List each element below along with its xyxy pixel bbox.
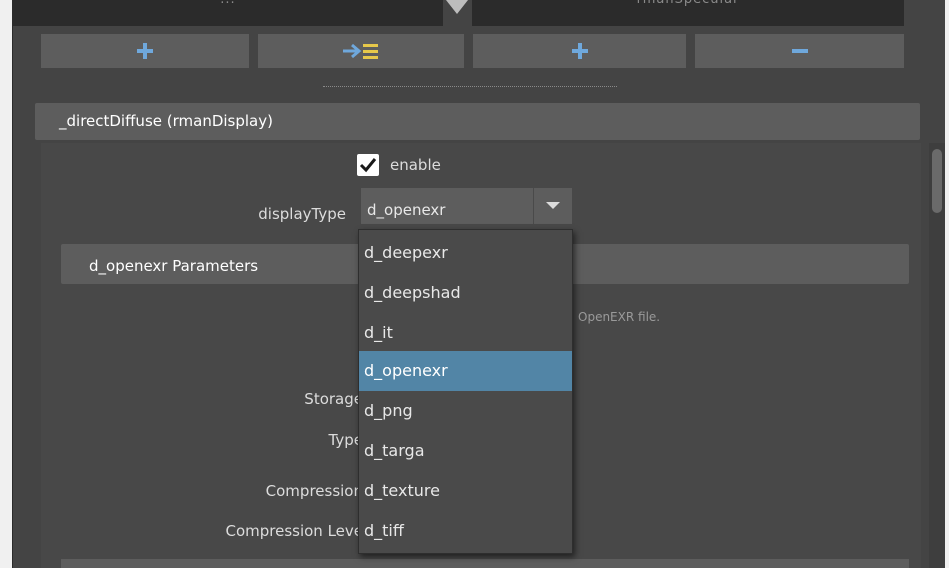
add-channel-button[interactable] <box>473 34 686 68</box>
enable-checkbox[interactable] <box>357 154 379 176</box>
type-label: Type <box>328 431 363 449</box>
plus-icon <box>137 43 153 59</box>
resize-divider[interactable] <box>323 86 617 87</box>
dropdown-option-d-texture[interactable]: d_texture <box>359 471 572 511</box>
compression-level-label: Compression Leve <box>225 522 363 540</box>
dropdown-option-d-targa[interactable]: d_targa <box>359 431 572 471</box>
top-right-field-text: rmanSpecular <box>472 0 904 7</box>
top-left-field[interactable]: ... <box>13 0 443 26</box>
arrow-right-list-icon <box>341 41 381 61</box>
display-type-dropdown-list: d_deepexr d_deepshad d_it d_openexr d_pn… <box>358 229 573 554</box>
dropdown-option-label: d_openexr <box>364 361 448 380</box>
compression-label: Compression <box>265 482 363 500</box>
dropdown-option-label: d_tiff <box>364 521 404 540</box>
display-type-value: d_openexr <box>367 201 446 219</box>
vertical-scrollbar[interactable] <box>929 143 945 568</box>
top-left-field-text: ... <box>13 0 443 7</box>
scrollbar-thumb[interactable] <box>932 149 942 213</box>
section-header-direct-diffuse[interactable]: _directDiffuse (rmanDisplay) <box>35 103 920 140</box>
dropdown-option-label: d_it <box>364 323 393 342</box>
dropdown-option-d-openexr[interactable]: d_openexr <box>359 351 572 391</box>
dropdown-option-d-it[interactable]: d_it <box>359 313 572 353</box>
subsection-title: d_openexr Parameters <box>89 257 259 275</box>
dropdown-option-label: d_deepexr <box>364 243 448 262</box>
description-text: OpenEXR file. <box>578 310 661 324</box>
dropdown-option-d-deepshad[interactable]: d_deepshad <box>359 273 572 313</box>
minus-icon <box>791 49 808 53</box>
dropdown-option-d-png[interactable]: d_png <box>359 391 572 431</box>
dropdown-option-label: d_texture <box>364 481 440 500</box>
storage-label: Storage <box>304 390 363 408</box>
move-to-list-button[interactable] <box>258 34 464 68</box>
display-type-label: displayType <box>258 205 346 223</box>
next-section-header[interactable] <box>61 559 909 568</box>
add-display-button[interactable] <box>41 34 249 68</box>
section-title: _directDiffuse (rmanDisplay) <box>59 112 273 130</box>
dropdown-option-label: d_png <box>364 401 413 420</box>
dropdown-option-label: d_targa <box>364 441 425 460</box>
top-right-field[interactable]: rmanSpecular <box>472 0 904 26</box>
display-type-select[interactable]: d_openexr <box>361 188 572 224</box>
chevron-down-icon[interactable] <box>533 188 572 224</box>
splitter-handle[interactable] <box>446 0 468 14</box>
attribute-editor-panel: ... rmanSpecular _directDiffuse (rmanDis… <box>12 0 945 568</box>
remove-channel-button[interactable] <box>695 34 904 68</box>
dropdown-option-label: d_deepshad <box>364 283 461 302</box>
enable-label: enable <box>390 156 441 174</box>
plus-icon <box>571 43 588 59</box>
dropdown-option-d-tiff[interactable]: d_tiff <box>359 511 572 551</box>
checkmark-icon <box>359 158 377 173</box>
dropdown-option-d-deepexr[interactable]: d_deepexr <box>359 233 572 273</box>
